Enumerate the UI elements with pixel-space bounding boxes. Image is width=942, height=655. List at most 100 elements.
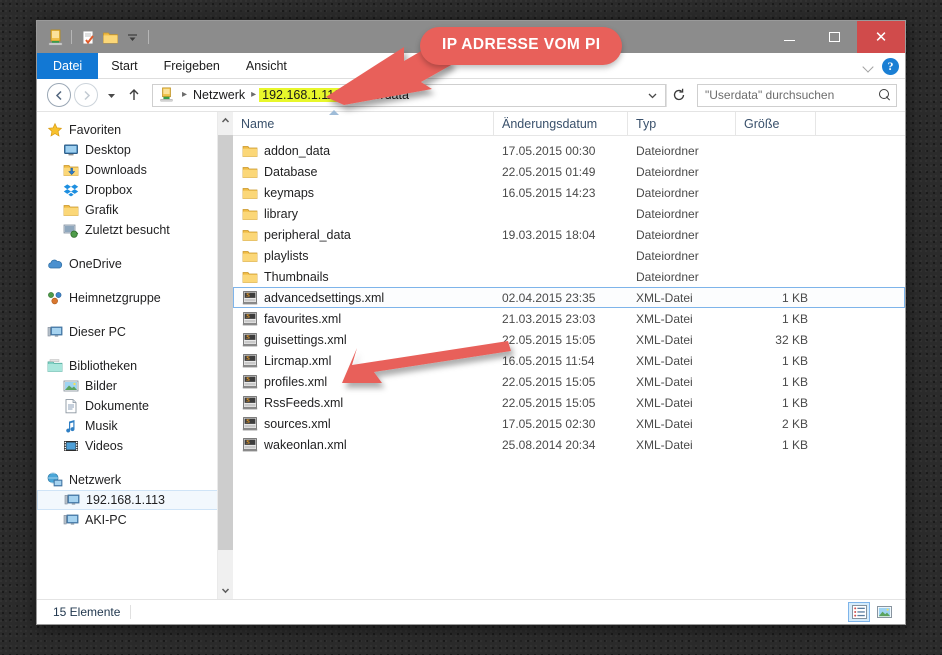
sidebar-item-downloads[interactable]: Downloads xyxy=(37,160,233,180)
file-type-label: XML-Datei xyxy=(636,353,693,368)
sidebar-group-favoriten[interactable]: Favoriten xyxy=(37,120,233,140)
refresh-button[interactable] xyxy=(666,83,690,107)
table-row[interactable]: Swakeonlan.xml 25.08.2014 20:34 XML-Datei 1… xyxy=(233,434,905,455)
table-row[interactable]: keymaps 16.05.2015 14:23 Dateiordner xyxy=(233,182,905,203)
table-row[interactable]: Ssources.xml 17.05.2015 02:30 XML-Datei 2 K… xyxy=(233,413,905,434)
column-header-type-label: Typ xyxy=(636,116,657,131)
file-name-cell[interactable]: Thumbnails xyxy=(234,269,494,285)
file-name-cell[interactable]: addon_data xyxy=(234,143,494,159)
table-row[interactable]: Thumbnails Dateiordner xyxy=(233,266,905,287)
sidebar-item-aki-pc[interactable]: AKI-PC xyxy=(37,510,233,530)
sidebar-item-aki-pc-label: AKI-PC xyxy=(85,513,127,527)
file-name-label: Database xyxy=(264,164,318,179)
forward-button[interactable] xyxy=(74,83,98,107)
file-name-cell[interactable]: S Lircmap.xml xyxy=(234,353,494,369)
sidebar-item-bilder[interactable]: Bilder xyxy=(37,376,233,396)
sort-ascending-icon xyxy=(329,109,339,115)
folder-icon xyxy=(242,269,258,285)
help-icon[interactable]: ? xyxy=(882,57,899,75)
table-row[interactable]: peripheral_data 19.03.2015 18:04 Dateiordn… xyxy=(233,224,905,245)
table-row[interactable]: Sprofiles.xml 22.05.2015 15:05 XML-Datei 1 … xyxy=(233,371,905,392)
column-header-type[interactable]: Typ xyxy=(627,111,735,136)
file-name-cell[interactable]: peripheral_data xyxy=(234,227,494,243)
tab-ansicht[interactable]: Ansicht xyxy=(233,53,300,79)
sidebar-item-192-168-1-113-label: 192.168.1.113 xyxy=(86,493,166,507)
xml-file-icon: S xyxy=(242,311,258,327)
tab-datei-label: Datei xyxy=(53,59,83,73)
maximize-button[interactable] xyxy=(812,21,857,53)
sidebar-group-netzwerk[interactable]: Netzwerk xyxy=(37,470,233,490)
table-row[interactable]: Sfavourites.xml 21.03.2015 23:03 XML-Datei… xyxy=(233,308,905,329)
scroll-up-button[interactable] xyxy=(218,112,234,129)
file-name-cell[interactable]: playlists xyxy=(234,248,494,264)
file-name-cell[interactable]: Sadvancedsettings.xml xyxy=(234,290,494,306)
breadcrumb-userdata[interactable]: Userdata xyxy=(355,88,412,102)
details-view-button[interactable] xyxy=(848,602,870,622)
sidebar-item-zuletzt-besucht[interactable]: Zuletzt besucht xyxy=(37,220,233,240)
sidebar-item-desktop[interactable]: Desktop xyxy=(37,140,233,160)
file-name-cell[interactable]: Sfavourites.xml xyxy=(234,311,494,327)
sidebar-item-onedrive[interactable]: OneDrive xyxy=(37,254,233,274)
scroll-down-button[interactable] xyxy=(218,582,234,599)
navigation-pane-scrollbar[interactable] xyxy=(217,112,233,599)
large-icons-view-button[interactable] xyxy=(873,602,895,622)
file-name-cell[interactable]: Sprofiles.xml xyxy=(234,374,494,390)
file-name-cell[interactable]: Swakeonlan.xml xyxy=(234,437,494,453)
table-row[interactable]: addon_data 17.05.2015 00:30 Dateiordner xyxy=(233,140,905,161)
table-row[interactable]: playlists Dateiordner xyxy=(233,245,905,266)
recent-locations-button[interactable] xyxy=(102,83,120,107)
svg-text:S: S xyxy=(246,334,250,341)
tab-freigeben[interactable]: Freigeben xyxy=(151,53,233,79)
table-row[interactable]: S Lircmap.xml 16.05.2015 11:54 XML-Datei 1 K… xyxy=(233,350,905,371)
sidebar-group-bibliotheken[interactable]: Bibliotheken xyxy=(37,356,233,376)
column-header-size[interactable]: Größe xyxy=(735,111,815,136)
table-row[interactable]: S RssFeeds.xml 22.05.2015 15:05 XML-Datei 1 … xyxy=(233,392,905,413)
sidebar-item-videos[interactable]: Videos xyxy=(37,436,233,456)
file-size-label: 1 KB xyxy=(781,290,808,305)
address-breadcrumb-bar[interactable]: ▸ Netzwerk ▸ 192.168.1.113 ▸ Userdata xyxy=(152,83,666,107)
sidebar-item-heimnetzgruppe[interactable]: Heimnetzgruppe xyxy=(37,288,233,308)
network-computer-icon[interactable] xyxy=(44,26,66,48)
sidebar-item-dokumente[interactable]: Dokumente xyxy=(37,396,233,416)
properties-icon[interactable] xyxy=(77,26,99,48)
table-row[interactable]: Sguisettings.xml 22.05.2015 15:05 XML-Date… xyxy=(233,329,905,350)
tab-start[interactable]: Start xyxy=(98,53,150,79)
file-name-cell[interactable]: library xyxy=(234,206,494,222)
close-button[interactable]: ✕ xyxy=(857,21,905,53)
column-header-name-label: Name xyxy=(241,116,275,131)
column-header-date[interactable]: Änderungsdatum xyxy=(493,111,627,136)
column-header-name[interactable]: Name xyxy=(233,109,493,136)
column-header-filler xyxy=(815,111,905,136)
breadcrumb-netzwerk[interactable]: Netzwerk xyxy=(190,88,248,102)
customize-dropdown-icon[interactable] xyxy=(121,26,143,48)
file-name-cell[interactable]: keymaps xyxy=(234,185,494,201)
sidebar-item-dieser-pc[interactable]: Dieser PC xyxy=(37,322,233,342)
table-row[interactable]: Sadvancedsettings.xml 02.04.2015 23:35 XML… xyxy=(233,287,905,308)
table-row[interactable]: library Dateiordner xyxy=(233,203,905,224)
tab-datei[interactable]: Datei xyxy=(37,53,99,79)
back-button[interactable] xyxy=(47,83,71,107)
search-input[interactable]: "Userdata" durchsuchen xyxy=(705,88,879,102)
sidebar-item-192-168-1-113[interactable]: 192.168.1.113 xyxy=(37,490,231,510)
sidebar-item-dropbox[interactable]: Dropbox xyxy=(37,180,233,200)
file-name-cell[interactable]: Ssources.xml xyxy=(234,416,494,432)
file-name-cell[interactable]: Database xyxy=(234,164,494,180)
sidebar-item-musik[interactable]: Musik xyxy=(37,416,233,436)
breadcrumb-ip-address[interactable]: 192.168.1.113 xyxy=(259,88,345,102)
address-dropdown-icon[interactable] xyxy=(643,90,661,101)
up-button[interactable] xyxy=(122,83,146,107)
minimize-button[interactable] xyxy=(767,21,812,53)
scrollbar-thumb[interactable] xyxy=(217,135,233,550)
quick-access-toolbar xyxy=(37,26,154,48)
file-name-label: Thumbnails xyxy=(264,269,329,284)
scrollbar-track[interactable] xyxy=(217,129,233,582)
chevron-down-icon[interactable] xyxy=(863,61,874,72)
new-folder-icon[interactable] xyxy=(99,26,121,48)
file-name-cell[interactable]: S RssFeeds.xml xyxy=(234,395,494,411)
file-type-cell: Dateiordner xyxy=(628,249,736,263)
file-type-label: XML-Datei xyxy=(636,290,693,305)
search-box[interactable]: "Userdata" durchsuchen xyxy=(697,83,897,107)
sidebar-item-grafik[interactable]: Grafik xyxy=(37,200,233,220)
file-name-cell[interactable]: Sguisettings.xml xyxy=(234,332,494,348)
table-row[interactable]: Database 22.05.2015 01:49 Dateiordner xyxy=(233,161,905,182)
